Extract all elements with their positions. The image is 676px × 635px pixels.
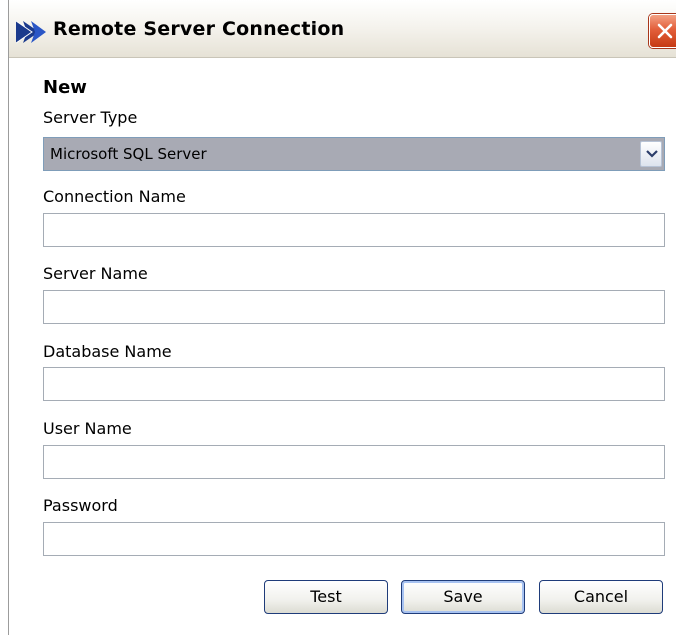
password-field[interactable]: [43, 522, 665, 556]
connection-name-label: Connection Name: [43, 187, 186, 206]
dropdown-button[interactable]: [640, 141, 662, 167]
chevron-down-icon: [646, 150, 658, 158]
server-name-field[interactable]: [43, 290, 665, 324]
save-button[interactable]: Save: [401, 580, 525, 614]
database-name-label: Database Name: [43, 342, 172, 361]
server-type-select[interactable]: Microsoft SQL Server: [43, 137, 665, 171]
password-label: Password: [43, 496, 118, 515]
user-name-label: User Name: [43, 419, 132, 438]
server-type-label: Server Type: [43, 108, 138, 127]
dialog-window: Remote Server Connection New Server Type…: [8, 0, 676, 635]
server-type-value: Microsoft SQL Server: [50, 145, 207, 163]
app-logo-icon: [15, 19, 47, 45]
server-name-label: Server Name: [43, 264, 148, 283]
section-heading: New: [43, 77, 87, 98]
cancel-button[interactable]: Cancel: [539, 580, 663, 614]
connection-name-field[interactable]: [43, 213, 665, 247]
test-button[interactable]: Test: [264, 580, 388, 614]
close-button[interactable]: [649, 14, 676, 48]
title-bar[interactable]: Remote Server Connection: [9, 0, 676, 58]
window-title: Remote Server Connection: [53, 18, 345, 40]
user-name-field[interactable]: [43, 445, 665, 479]
database-name-field[interactable]: [43, 367, 665, 401]
